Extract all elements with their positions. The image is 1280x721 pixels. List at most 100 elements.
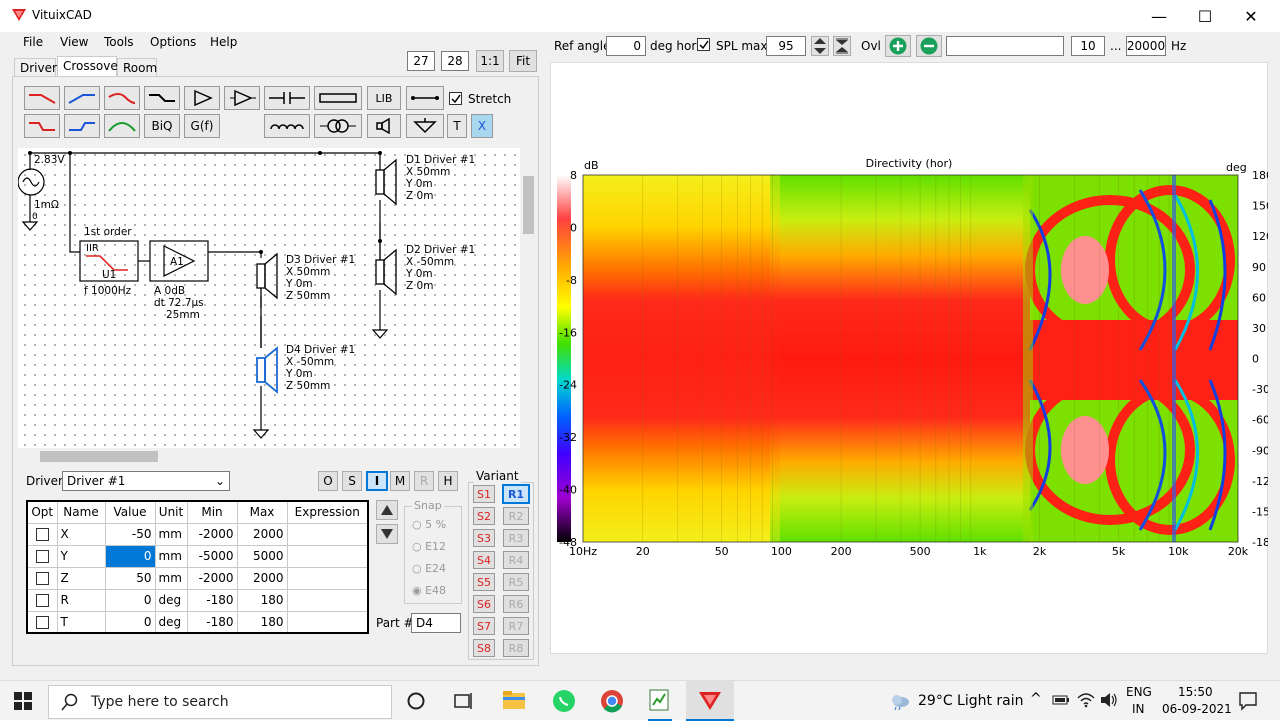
table-row[interactable]: R 0 deg -180 180 [26, 588, 369, 612]
mode-r-button[interactable]: R [414, 471, 434, 491]
row-max[interactable]: 180 [236, 588, 288, 612]
text-button[interactable]: T [447, 114, 467, 138]
variant-s7-button[interactable]: S7 [473, 617, 495, 635]
vertical-scroll-thumb[interactable] [523, 176, 534, 234]
bandpass-red-button[interactable] [104, 86, 140, 110]
snap-e12-radio[interactable]: ○ E12 [412, 540, 446, 553]
transformer-button[interactable] [314, 114, 362, 138]
move-down-button[interactable] [376, 524, 398, 544]
zoom-b-field[interactable]: 28 [441, 51, 469, 71]
menu-options[interactable]: Options [150, 35, 196, 49]
wire-button[interactable] [406, 86, 444, 110]
row-max[interactable]: 5000 [236, 544, 288, 568]
row-max[interactable]: 2000 [236, 566, 288, 590]
vertical-scrollbar[interactable] [520, 148, 537, 448]
spl-up-down-button[interactable] [811, 36, 829, 56]
opt-checkbox[interactable] [35, 594, 49, 607]
zoom-out-button[interactable] [916, 35, 942, 57]
mode-o-button[interactable]: O [318, 471, 338, 491]
menu-view[interactable]: View [60, 35, 88, 49]
row-value[interactable]: 0 [104, 588, 156, 612]
spl-max-input[interactable]: 95 [766, 36, 806, 56]
driver-button[interactable] [367, 114, 401, 138]
zoom-fit-button[interactable]: Fit [509, 50, 537, 72]
capacitor-button[interactable] [264, 86, 310, 110]
biquad-button[interactable]: BiQ [144, 114, 180, 138]
overlay-input[interactable] [946, 36, 1064, 56]
maximize-button[interactable]: ☐ [1182, 0, 1228, 32]
volume-icon[interactable] [1100, 692, 1118, 708]
table-row[interactable]: X -50 mm -2000 2000 [26, 522, 369, 546]
clock-time[interactable]: 15:50 [1178, 685, 1213, 699]
tab-room[interactable]: Room [117, 58, 157, 77]
zoom-1to1-button[interactable]: 1:1 [476, 50, 504, 72]
row-expression[interactable] [286, 610, 369, 634]
lowpass-red-button[interactable] [24, 86, 60, 110]
table-row[interactable]: Z 50 mm -2000 2000 [26, 566, 369, 590]
variant-s2-button[interactable]: S2 [473, 507, 495, 525]
opt-checkbox[interactable] [35, 528, 49, 541]
freq-max-input[interactable]: 20000 [1126, 36, 1166, 56]
variant-r3-button[interactable]: R3 [503, 529, 529, 547]
opt-checkbox[interactable] [35, 550, 49, 563]
variant-r2-button[interactable]: R2 [503, 507, 529, 525]
battery-icon[interactable] [1052, 694, 1070, 706]
variant-s8-button[interactable]: S8 [473, 639, 495, 657]
row-min[interactable]: -180 [186, 610, 238, 634]
close-button[interactable]: ✕ [1228, 0, 1274, 32]
row-min[interactable]: -2000 [186, 566, 238, 590]
lowpass2-red-button[interactable] [24, 114, 60, 138]
gf-button[interactable]: G(f) [184, 114, 220, 138]
clock-date[interactable]: 06-09-2021 [1162, 702, 1232, 716]
table-row[interactable]: Y 0 mm -5000 5000 [26, 544, 369, 568]
row-min[interactable]: -5000 [186, 544, 238, 568]
vituixcad-taskbar-button[interactable] [686, 681, 734, 721]
weather-text[interactable]: 29°C Light rain [918, 693, 1024, 709]
stretch-checkbox[interactable] [449, 92, 462, 105]
resistor-button[interactable] [314, 86, 362, 110]
bandpass-green-button[interactable] [104, 114, 140, 138]
variant-s4-button[interactable]: S4 [473, 551, 495, 569]
minimize-button[interactable]: — [1136, 0, 1182, 32]
variant-s5-button[interactable]: S5 [473, 573, 495, 591]
opt-checkbox[interactable] [35, 572, 49, 585]
variant-r1-button[interactable]: R1 [502, 484, 530, 504]
file-explorer-button[interactable] [502, 689, 526, 714]
schematic-canvas[interactable]: 2.83V 1mΩ 0 1st order IIR U1 f 1000Hz A1… [18, 148, 520, 448]
table-row[interactable]: T 0 deg -180 180 [26, 610, 369, 634]
spl-max-checkbox[interactable] [697, 38, 710, 51]
language-region[interactable]: IN [1132, 702, 1145, 716]
wifi-icon[interactable] [1077, 692, 1095, 708]
row-value[interactable]: -50 [104, 522, 156, 546]
zoom-in-button[interactable] [885, 35, 911, 57]
row-value[interactable]: 50 [104, 566, 156, 590]
whatsapp-button[interactable] [552, 689, 576, 716]
menu-file[interactable]: File [23, 35, 43, 49]
horizontal-scrollbar[interactable] [18, 448, 520, 465]
taskbar-search-box[interactable]: Type here to search [48, 685, 392, 719]
variant-s6-button[interactable]: S6 [473, 595, 495, 613]
variant-s3-button[interactable]: S3 [473, 529, 495, 547]
opt-checkbox[interactable] [35, 615, 49, 629]
move-up-button[interactable] [376, 500, 398, 520]
zoom-a-field[interactable]: 27 [407, 51, 435, 71]
mode-s-button[interactable]: S [342, 471, 362, 491]
snap-5pct-radio[interactable]: ○ 5 % [412, 518, 446, 531]
row-max[interactable]: 2000 [236, 522, 288, 546]
horizontal-scroll-thumb[interactable] [40, 451, 158, 462]
snap-e48-radio[interactable]: ◉ E48 [412, 584, 446, 597]
notepad-chart-button[interactable] [648, 688, 672, 721]
task-view-icon-button[interactable] [454, 691, 474, 714]
menu-help[interactable]: Help [210, 35, 237, 49]
chrome-button[interactable] [600, 689, 624, 716]
tab-crossover[interactable]: Crossover [57, 56, 123, 77]
row-min[interactable]: -180 [186, 588, 238, 612]
amplifier-button[interactable] [224, 86, 260, 110]
notification-icon[interactable] [1238, 691, 1258, 711]
mode-h-button[interactable]: H [438, 471, 458, 491]
highpass-blue-button[interactable] [64, 86, 100, 110]
x-button[interactable]: X [471, 114, 493, 138]
part-input[interactable]: D4 [411, 613, 461, 633]
windows-start-button[interactable] [14, 692, 32, 713]
buffer-button[interactable] [184, 86, 220, 110]
